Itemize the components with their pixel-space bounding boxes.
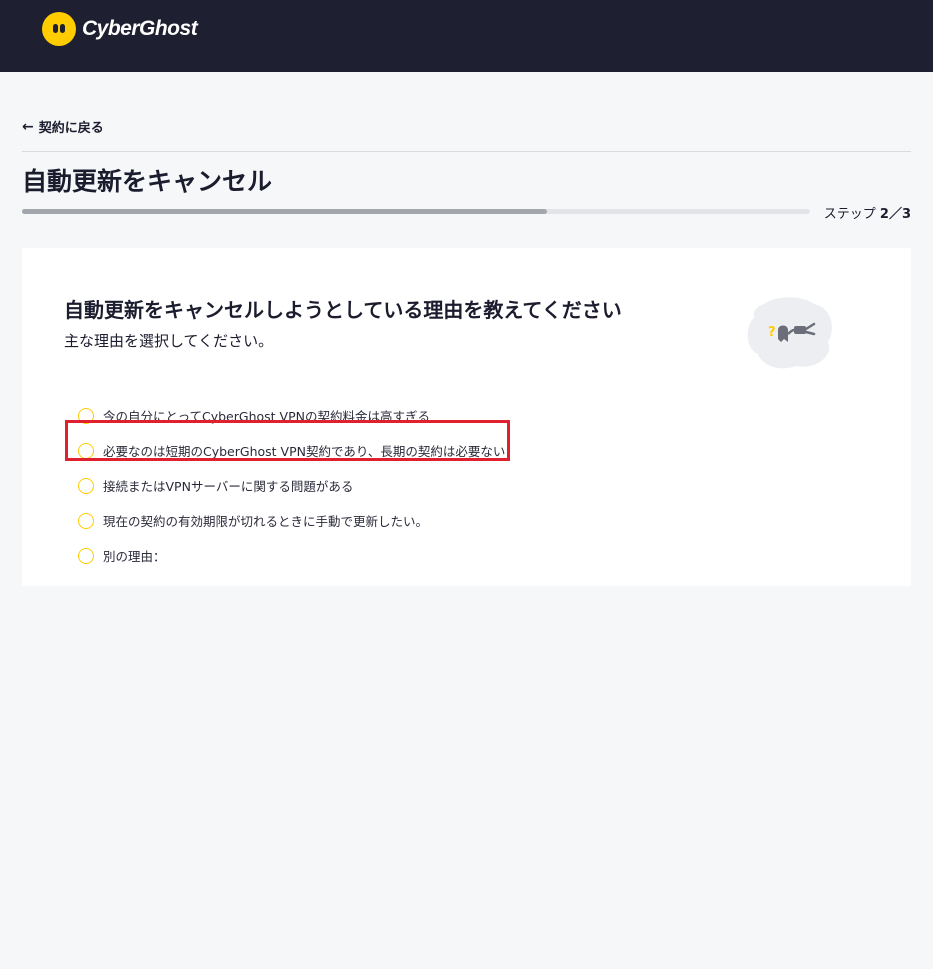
reason-option-connection-issues[interactable]: 接続またはVPNサーバーに関する問題がある [78,468,505,503]
highlight-box [65,420,510,461]
divider [22,151,911,152]
top-bar: CyberGhost [0,0,933,72]
card-subtitle: 主な理由を選択してください。 [64,332,274,350]
page-title: 自動更新をキャンセル [22,167,273,196]
reason-card: 自動更新をキャンセルしようとしている理由を教えてください 主な理由を選択してくだ… [22,248,911,586]
step-indicator: ステップ 2／3 [824,203,911,222]
radio-button[interactable] [78,512,94,529]
cyberghost-ghost-icon [42,12,76,46]
option-label: 別の理由： [103,549,166,564]
radio-button[interactable] [78,547,94,564]
logo-text: CyberGhost [82,17,198,40]
back-to-subscription-link[interactable]: ← 契約に戻る [22,117,104,137]
arrow-left-icon: ← [22,118,34,135]
cyberghost-logo[interactable]: CyberGhost [42,12,198,46]
option-label: 現在の契約の有効期限が切れるときに手動で更新したい。 [103,514,429,529]
ghost-unplugged-illustration: ? [747,297,832,369]
reason-option-manual-renewal[interactable]: 現在の契約の有効期限が切れるときに手動で更新したい。 [78,503,505,538]
progress-fill [22,209,548,214]
option-label: 接続またはVPNサーバーに関する問題がある [103,479,354,494]
radio-button[interactable] [78,477,94,494]
progress-bar [22,209,810,214]
back-link-label: 契約に戻る [38,121,104,136]
svg-text:?: ? [768,325,776,340]
step-value: 2／3 [879,207,911,222]
reason-option-other[interactable]: 別の理由： [78,538,505,573]
step-prefix: ステップ [823,207,876,222]
card-title: 自動更新をキャンセルしようとしている理由を教えてください [64,298,622,322]
